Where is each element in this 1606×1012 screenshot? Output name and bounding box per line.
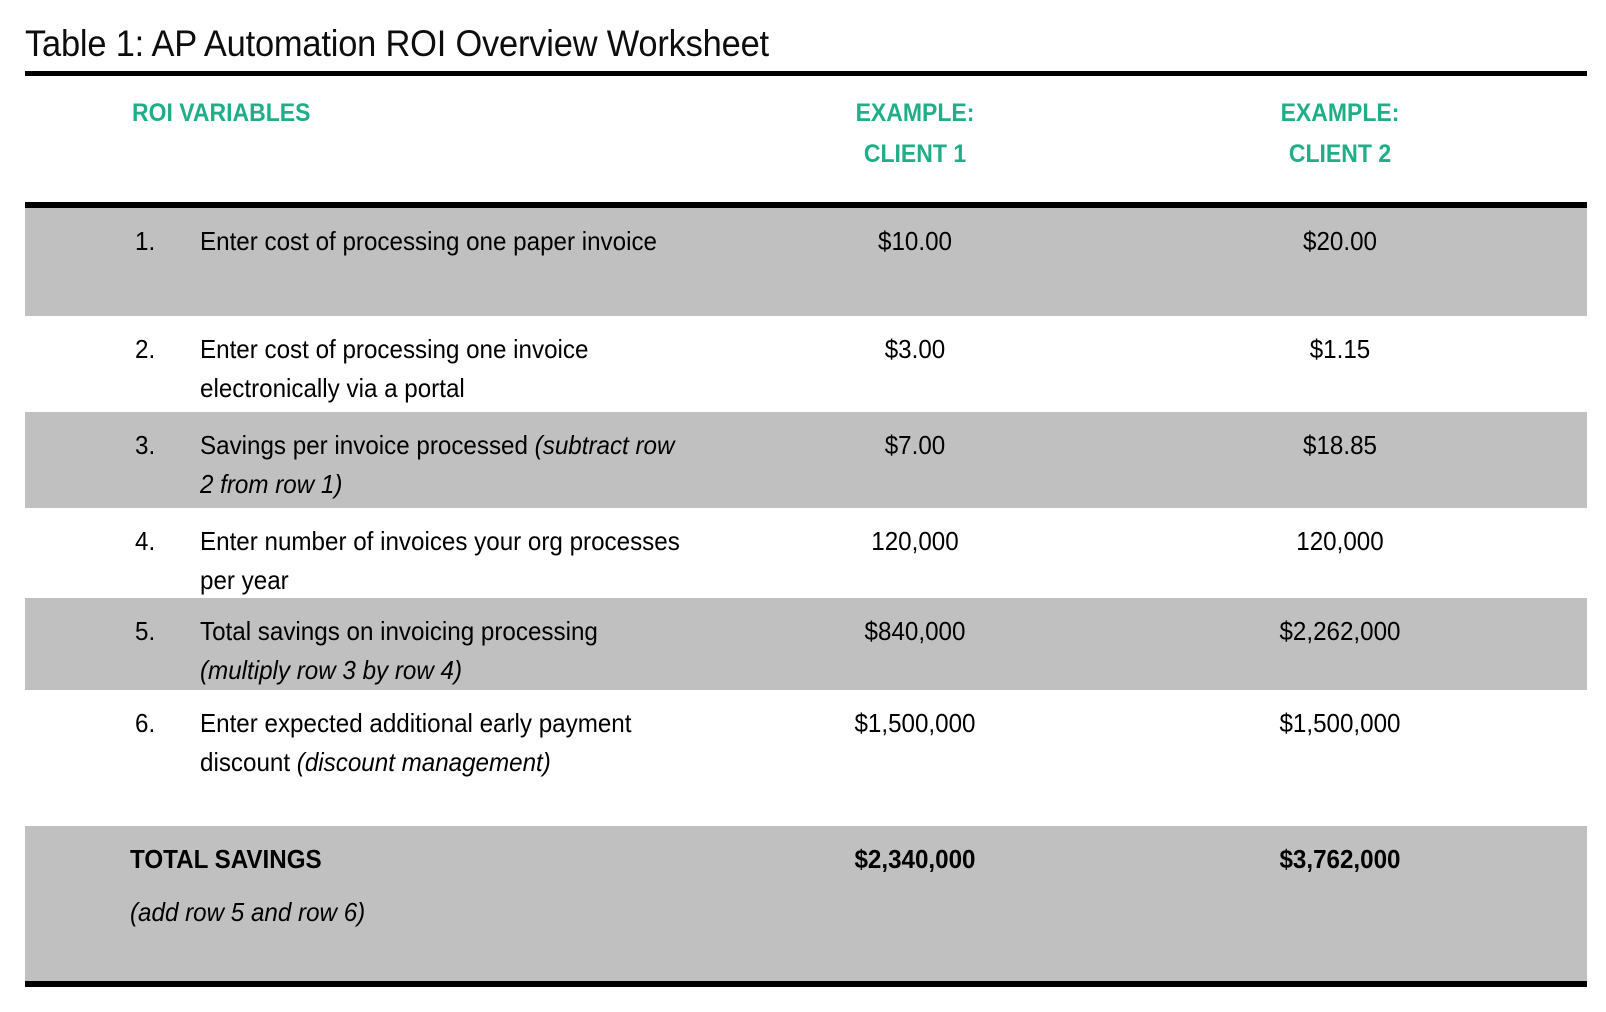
column-header-client-2: EXAMPLE: CLIENT 2 [1207, 93, 1474, 175]
total-savings-label: TOTAL SAVINGS (add row 5 and row 6) [130, 840, 707, 932]
column-header-client-1-line2: CLIENT 1 [863, 140, 967, 168]
table-row: 5. Total savings on invoicing processing… [25, 598, 1587, 690]
page-title: Table 1: AP Automation ROI Overview Work… [25, 23, 769, 64]
cell-client-1: $3.00 [884, 334, 946, 364]
table-row: 4. Enter number of invoices your org pro… [25, 508, 1587, 598]
table-row: 6. Enter expected additional early payme… [25, 690, 1587, 826]
column-header-client-2-line2: CLIENT 2 [1288, 140, 1392, 168]
cell-client-2: $2,262,000 [1279, 616, 1401, 646]
row-label: Enter cost of processing one paper invoi… [200, 222, 693, 261]
row-number: 3. [135, 430, 156, 460]
total-savings-formula: (add row 5 and row 6) [130, 897, 366, 927]
cell-client-1: 120,000 [871, 526, 959, 556]
row-label: Savings per invoice processed (subtract … [200, 426, 693, 504]
row-label-plain: Enter cost of processing one invoice ele… [200, 334, 589, 403]
table-row-total: TOTAL SAVINGS (add row 5 and row 6) $2,34… [25, 826, 1587, 981]
row-label-plain: Savings per invoice processed [200, 430, 535, 460]
column-header-client-2-line1: EXAMPLE: [1280, 99, 1400, 127]
row-number: 1. [135, 226, 156, 256]
row-number: 6. [135, 708, 156, 738]
column-header-client-1: EXAMPLE: CLIENT 1 [782, 93, 1049, 175]
cell-client-1: $840,000 [864, 616, 966, 646]
cell-client-2: $1,500,000 [1279, 708, 1401, 738]
row-label-italic: (multiply row 3 by row 4) [200, 655, 463, 685]
row-label: Enter cost of processing one invoice ele… [200, 330, 693, 408]
total-cell-client-2: $3,762,000 [1279, 844, 1401, 874]
row-number: 2. [135, 334, 156, 364]
row-number: 5. [135, 616, 156, 646]
row-number: 4. [135, 526, 156, 556]
cell-client-2: $18.85 [1303, 430, 1377, 460]
column-header-roi-variables: ROI VARIABLES [132, 99, 311, 127]
row-label-plain: Enter number of invoices your org proces… [200, 526, 680, 595]
table-header-row: ROI VARIABLES EXAMPLE: CLIENT 1 EXAMPLE:… [25, 88, 1587, 200]
cell-client-2: $1.15 [1309, 334, 1371, 364]
cell-client-2: $20.00 [1303, 226, 1377, 256]
table-row: 3. Savings per invoice processed (subtra… [25, 412, 1587, 508]
cell-client-1: $1,500,000 [854, 708, 976, 738]
table-bottom-rule [25, 981, 1587, 987]
table-row: 2. Enter cost of processing one invoice … [25, 316, 1587, 412]
column-header-client-1-line1: EXAMPLE: [855, 99, 975, 127]
total-savings-title: TOTAL SAVINGS [130, 844, 322, 874]
table-row: 1. Enter cost of processing one paper in… [25, 208, 1587, 316]
cell-client-1: $7.00 [884, 430, 946, 460]
total-cell-client-1: $2,340,000 [854, 844, 976, 874]
cell-client-1: $10.00 [878, 226, 952, 256]
cell-client-2: 120,000 [1296, 526, 1384, 556]
row-label: Enter expected additional early payment … [200, 704, 693, 782]
title-underline-rule [25, 71, 1587, 76]
row-label-plain: Enter cost of processing one paper invoi… [200, 226, 658, 256]
table-body: 1. Enter cost of processing one paper in… [25, 208, 1587, 981]
row-label-plain: Total savings on invoicing processing [200, 616, 598, 646]
row-label: Total savings on invoicing processing (m… [200, 612, 693, 690]
row-label: Enter number of invoices your org proces… [200, 522, 693, 600]
row-label-italic: (discount management) [296, 747, 551, 777]
